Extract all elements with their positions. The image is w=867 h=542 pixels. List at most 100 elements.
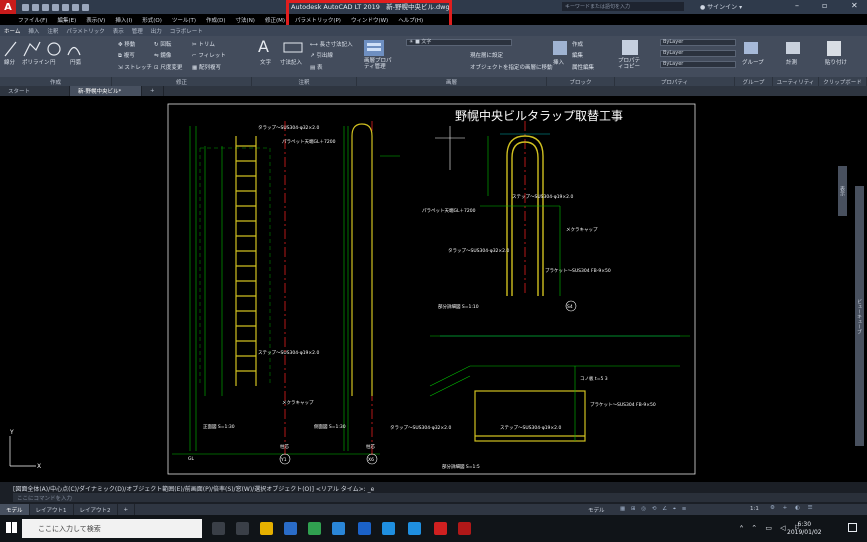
edge-icon[interactable] xyxy=(382,522,395,535)
notifications-icon[interactable] xyxy=(848,523,857,532)
menu-tools[interactable]: ツール(T) xyxy=(172,16,196,24)
drawing-canvas[interactable]: 野幌中央ビルタラップ取替工事 タラップ～SUS304-φ32×2.0 パラペット… xyxy=(0,96,867,482)
stretch-tool[interactable]: ⇲ ストレッチ xyxy=(118,63,152,71)
arc-tool[interactable]: 円弧 xyxy=(70,58,81,66)
autocad-lt-taskbar-icon[interactable] xyxy=(458,522,471,535)
tab-drawing[interactable]: 新-野幌中央ビル* xyxy=(70,86,142,96)
leader-tool[interactable]: ↗ 引出線 xyxy=(310,51,333,59)
cortana-icon[interactable] xyxy=(236,522,249,535)
tab-start[interactable]: スタート xyxy=(0,86,70,96)
undo-icon[interactable] xyxy=(72,3,79,11)
tab-layout1[interactable]: レイアウト1 xyxy=(30,504,74,515)
status-toggle-icons[interactable]: ▦ ⊞ ◎ ⟲ ∠ ⌖ ≡ xyxy=(620,506,688,513)
word-icon[interactable] xyxy=(358,522,371,535)
tab-insert[interactable]: 挿入 xyxy=(28,27,39,35)
linetype-dropdown[interactable]: ByLayer xyxy=(660,50,736,57)
menu-draw[interactable]: 作成(D) xyxy=(206,16,226,24)
group-button[interactable]: グループ xyxy=(742,58,764,66)
move-to-layer[interactable]: オブジェクトを指定の画層に移動 xyxy=(470,63,553,71)
panel-draw[interactable]: 作成 xyxy=(0,77,112,86)
tab-output[interactable]: 出力 xyxy=(151,27,162,35)
match-properties[interactable]: プロパティコピー xyxy=(618,58,642,70)
signin-button[interactable]: ● サインイン ▾ xyxy=(700,2,742,11)
start-icon[interactable] xyxy=(6,522,17,533)
annotation-scale[interactable]: 1:1 xyxy=(750,506,759,512)
viewcube-panel[interactable]: ビューキューブ xyxy=(855,186,864,446)
paste-button[interactable]: 貼り付け xyxy=(825,58,847,66)
tab-view[interactable]: 表示 xyxy=(113,27,124,35)
scale-tool[interactable]: ⊡ 尺度変更 xyxy=(154,63,182,71)
new-tab-button[interactable]: + xyxy=(142,86,164,96)
panel-annotation[interactable]: 注釈 xyxy=(252,77,357,86)
linear-dim-tool[interactable]: ⟷ 長さ寸法記入 xyxy=(310,40,353,48)
redo-icon[interactable] xyxy=(82,3,89,11)
command-input[interactable]: ここにコマンドを入力 xyxy=(13,493,867,502)
insert-block-button[interactable]: 挿入 xyxy=(553,58,564,66)
lineweight-dropdown[interactable]: ByLayer xyxy=(660,61,736,68)
panel-groups[interactable]: グループ xyxy=(735,77,773,86)
tab-manage[interactable]: 管理 xyxy=(132,27,143,35)
panel-utilities[interactable]: ユーティリティ xyxy=(773,77,819,86)
move-tool[interactable]: ✥ 移動 xyxy=(118,40,135,48)
ie-icon[interactable] xyxy=(408,522,421,535)
tab-annotate[interactable]: 注釈 xyxy=(47,27,58,35)
autocad-taskbar-icon[interactable] xyxy=(434,522,447,535)
task-view-icon[interactable] xyxy=(212,522,225,535)
fillet-tool[interactable]: ⌐ フィレット xyxy=(192,51,226,59)
measure-button[interactable]: 計測 xyxy=(786,58,797,66)
store-icon[interactable] xyxy=(308,522,321,535)
tab-parametric[interactable]: パラメトリック xyxy=(66,27,104,35)
panel-clipboard[interactable]: クリップボード xyxy=(819,77,867,86)
table-tool[interactable]: ▤ 表 xyxy=(310,63,322,71)
tab-model[interactable]: モデル xyxy=(0,504,30,515)
line-tool[interactable]: 線分 xyxy=(4,58,15,66)
menu-insert[interactable]: 挿入(I) xyxy=(115,16,132,24)
explorer-icon[interactable] xyxy=(260,522,273,535)
new-icon[interactable] xyxy=(22,3,29,11)
panel-properties[interactable]: プロパティ xyxy=(615,77,735,86)
save-icon[interactable] xyxy=(42,3,49,11)
mirror-tool[interactable]: ⇋ 鏡像 xyxy=(154,51,171,59)
layer-properties-button[interactable]: 画層プロパティ管理 xyxy=(364,58,392,70)
menu-format[interactable]: 形式(O) xyxy=(142,16,162,24)
close-icon[interactable]: ✕ xyxy=(851,1,858,10)
set-current-layer[interactable]: 現在層に設定 xyxy=(470,51,503,59)
trim-tool[interactable]: ✂ トリム xyxy=(192,40,215,48)
panel-block[interactable]: ブロック xyxy=(547,77,615,86)
rotate-tool[interactable]: ↻ 回転 xyxy=(154,40,171,48)
search-input[interactable]: キーワードまたは語句を入力 xyxy=(562,2,684,11)
taskbar-clock[interactable]: 6:30 2019/01/02 xyxy=(787,521,822,537)
edit-attributes[interactable]: 属性編集 xyxy=(572,63,594,71)
panel-layers[interactable]: 画層 xyxy=(357,77,547,86)
menu-view[interactable]: 表示(V) xyxy=(86,16,105,24)
menu-modify[interactable]: 修正(M) xyxy=(265,16,285,24)
app-icon[interactable] xyxy=(332,522,345,535)
saveas-icon[interactable] xyxy=(52,3,59,11)
menu-dimension[interactable]: 寸法(N) xyxy=(236,16,255,24)
model-space-button[interactable]: モデル xyxy=(588,506,605,514)
autocad-logo[interactable]: A xyxy=(0,0,16,14)
panel-modify[interactable]: 修正 xyxy=(112,77,252,86)
tab-collaborate[interactable]: コラボレート xyxy=(170,27,203,35)
mail-icon[interactable] xyxy=(284,522,297,535)
minimize-icon[interactable]: – xyxy=(795,1,799,10)
plot-icon[interactable] xyxy=(62,3,69,11)
menu-file[interactable]: ファイル(F) xyxy=(18,16,47,24)
circle-tool[interactable]: 円 xyxy=(50,58,56,66)
copy-tool[interactable]: ⧉ 複写 xyxy=(118,51,135,60)
drawing-svg[interactable]: 野幌中央ビルタラップ取替工事 タラップ～SUS304-φ32×2.0 パラペット… xyxy=(0,96,867,482)
tab-layout2[interactable]: レイアウト2 xyxy=(74,504,118,515)
edit-block[interactable]: 編集 xyxy=(572,51,583,59)
tab-home[interactable]: ホーム xyxy=(4,27,20,35)
taskbar-search[interactable]: ここに入力して検索 xyxy=(22,519,202,538)
status-tools-icons[interactable]: ⚙ + ◐ ☰ xyxy=(770,505,816,511)
layer-dropdown[interactable]: ☀ ■ 文字 xyxy=(406,39,512,46)
maximize-icon[interactable]: ▫ xyxy=(822,1,827,10)
create-block[interactable]: 作成 xyxy=(572,40,583,48)
add-layout-button[interactable]: + xyxy=(118,504,136,515)
array-tool[interactable]: ▦ 配列複写 xyxy=(192,63,221,71)
dimension-tool[interactable]: 寸法記入 xyxy=(280,58,302,66)
open-icon[interactable] xyxy=(32,3,39,11)
menu-edit[interactable]: 編集(E) xyxy=(57,16,76,24)
color-dropdown[interactable]: ByLayer xyxy=(660,39,736,46)
